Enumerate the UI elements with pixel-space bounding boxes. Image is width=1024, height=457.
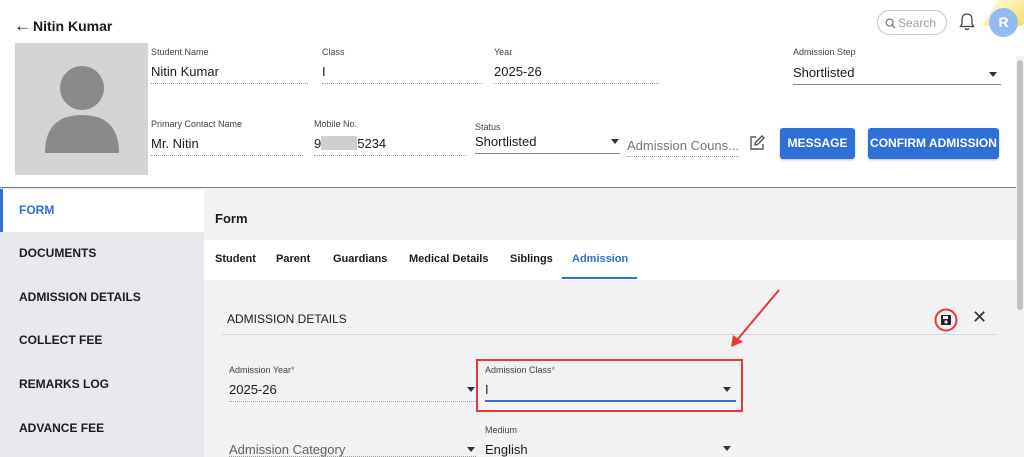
masked-digits [321, 136, 358, 150]
person-silhouette-icon [45, 66, 119, 153]
chevron-down-icon [467, 387, 475, 392]
message-button[interactable]: MESSAGE [780, 128, 855, 159]
chevron-down-icon [467, 447, 475, 452]
mobile-suffix: 5234 [357, 136, 387, 151]
year-field[interactable]: 2025-26 [494, 63, 659, 84]
class-value: I [322, 64, 326, 79]
required-mark: * [291, 365, 295, 375]
admission-category-select[interactable]: Admission Category [229, 441, 476, 457]
class-label: Class [322, 47, 345, 57]
medium-label: Medium [485, 425, 518, 435]
year-label: Year [494, 47, 513, 57]
status-select[interactable]: Shortlisted [475, 133, 620, 154]
mobile-prefix: 9 [314, 136, 322, 151]
mobile-label: Mobile No. [314, 119, 358, 129]
primary-contact-field[interactable]: Mr. Nitin [151, 135, 303, 156]
admission-counsellor-placeholder: Admission Couns... [627, 138, 739, 153]
student-name-field[interactable]: Nitin Kumar [151, 63, 308, 84]
page-title: Nitin Kumar [33, 18, 113, 34]
tab-student[interactable]: Student [215, 253, 256, 265]
search-placeholder: Search [898, 16, 937, 30]
year-value: 2025-26 [494, 64, 542, 79]
annotation-highlight-box [476, 359, 743, 412]
avatar[interactable]: R [989, 8, 1018, 37]
student-photo-placeholder [15, 43, 148, 175]
status-value: Shortlisted [475, 134, 537, 149]
medium-select[interactable]: English [485, 441, 736, 457]
sidebar-item-remarks-log[interactable]: REMARKS LOG [0, 363, 204, 406]
admission-year-label-text: Admission Year [229, 365, 292, 375]
tab-medical-details[interactable]: Medical Details [409, 253, 488, 265]
medium-value: English [485, 442, 528, 457]
sidebar-item-form[interactable]: FORM [0, 189, 204, 232]
save-icon[interactable] [934, 308, 958, 332]
tab-admission[interactable]: Admission [572, 253, 628, 265]
section-divider [222, 334, 997, 335]
search-input[interactable]: Search [877, 10, 947, 35]
chevron-down-icon [989, 72, 997, 77]
admission-step-label: Admission Step [793, 47, 856, 57]
tab-parent[interactable]: Parent [276, 253, 310, 265]
student-name-value: Nitin Kumar [151, 64, 219, 79]
tab-siblings[interactable]: Siblings [510, 253, 553, 265]
admission-year-label: Admission Year* [229, 365, 295, 375]
admission-step-value: Shortlisted [793, 65, 855, 80]
admission-step-select[interactable]: Shortlisted [793, 64, 1001, 85]
primary-contact-value: Mr. Nitin [151, 136, 199, 151]
class-field[interactable]: I [322, 63, 482, 84]
close-icon[interactable]: ✕ [972, 308, 987, 326]
mobile-field[interactable]: 9 5234 [314, 135, 466, 156]
bell-icon[interactable] [959, 12, 975, 32]
tab-guardians[interactable]: Guardians [333, 253, 387, 265]
edit-icon[interactable] [748, 134, 766, 152]
chevron-down-icon [723, 446, 731, 451]
section-title: ADMISSION DETAILS [227, 312, 347, 326]
form-header [204, 188, 1016, 240]
sidebar-item-collect-fee[interactable]: COLLECT FEE [0, 319, 204, 362]
admission-year-value: 2025-26 [229, 382, 277, 397]
admission-counsellor-field[interactable]: Admission Couns... [627, 137, 739, 157]
arrow-left-icon[interactable]: ← [14, 16, 31, 36]
confirm-admission-button[interactable]: CONFIRM ADMISSION [868, 128, 999, 159]
admission-year-select[interactable]: 2025-26 [229, 381, 476, 402]
admission-category-placeholder: Admission Category [229, 442, 346, 457]
status-label: Status [475, 122, 501, 132]
form-title: Form [215, 211, 248, 226]
sidebar-item-documents[interactable]: DOCUMENTS [0, 232, 204, 275]
search-icon [885, 18, 896, 29]
chevron-down-icon [611, 139, 619, 144]
primary-contact-label: Primary Contact Name [151, 119, 243, 129]
active-tab-indicator [562, 277, 637, 279]
sidebar-item-advance-fee[interactable]: ADVANCE FEE [0, 407, 204, 450]
student-name-label: Student Name [151, 47, 209, 57]
scrollbar-thumb[interactable] [1017, 60, 1023, 310]
sidebar-item-admission-details[interactable]: ADMISSION DETAILS [0, 276, 204, 319]
